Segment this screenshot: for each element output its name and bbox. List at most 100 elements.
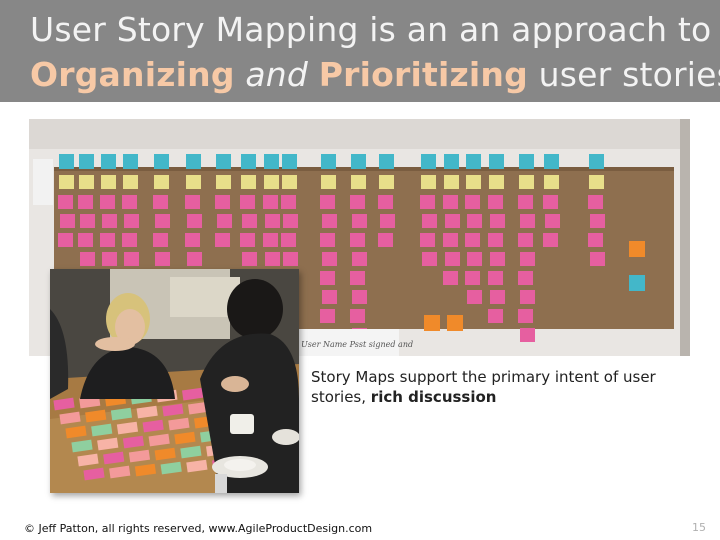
sticky-note — [543, 233, 558, 247]
sticky-note — [187, 252, 202, 266]
sticky-note — [488, 309, 503, 323]
sticky-note — [518, 271, 533, 285]
sticky-note — [217, 214, 232, 228]
sticky-note — [350, 195, 365, 209]
sticky-note — [216, 175, 231, 189]
sticky-note — [281, 195, 296, 209]
sticky-note — [322, 252, 337, 266]
title-word-prioritizing: Prioritizing — [318, 55, 528, 94]
sticky-note — [80, 252, 95, 266]
sticky-note — [216, 154, 231, 169]
title-tail: user stories — [538, 55, 720, 94]
sticky-note — [58, 195, 73, 209]
sticky-note — [590, 214, 605, 228]
sticky-note — [283, 214, 298, 228]
sticky-note — [351, 175, 366, 189]
sticky-note — [518, 195, 533, 209]
sticky-note — [443, 271, 458, 285]
sticky-note — [465, 271, 480, 285]
team-discussion-image — [50, 269, 299, 493]
sticky-note — [520, 252, 535, 266]
sticky-note — [489, 154, 504, 169]
sticky-note — [518, 309, 533, 323]
sticky-note — [518, 233, 533, 247]
wall-handwritten-note: User Name Psst signed and — [301, 340, 413, 349]
title-bar: User Story Mapping is an an approach to … — [0, 0, 720, 102]
sticky-note — [488, 271, 503, 285]
sticky-note — [123, 175, 138, 189]
sticky-note — [263, 233, 278, 247]
sticky-note — [589, 175, 604, 189]
sticky-note — [588, 233, 603, 247]
sticky-note — [379, 175, 394, 189]
sticky-note — [59, 175, 74, 189]
sticky-note — [467, 252, 482, 266]
sticky-note — [489, 175, 504, 189]
sticky-note — [240, 195, 255, 209]
sticky-note — [444, 154, 459, 169]
sticky-note — [153, 195, 168, 209]
sticky-note — [443, 195, 458, 209]
sticky-note — [443, 233, 458, 247]
sticky-note — [629, 275, 645, 291]
sticky-note — [490, 214, 505, 228]
sticky-note — [215, 233, 230, 247]
sticky-note — [101, 175, 116, 189]
sticky-note — [59, 154, 74, 169]
sticky-note — [422, 214, 437, 228]
sticky-note — [465, 233, 480, 247]
sticky-note — [80, 214, 95, 228]
sticky-note — [380, 214, 395, 228]
sticky-note — [265, 214, 280, 228]
sticky-note — [467, 290, 482, 304]
sticky-note — [78, 233, 93, 247]
sticky-note — [322, 214, 337, 228]
sticky-note — [78, 195, 93, 209]
sticky-note — [320, 271, 335, 285]
sticky-note — [100, 195, 115, 209]
sticky-note — [543, 195, 558, 209]
sticky-note — [351, 154, 366, 169]
sticky-note — [282, 175, 297, 189]
sticky-note — [352, 214, 367, 228]
sticky-note — [545, 214, 560, 228]
sticky-note — [488, 195, 503, 209]
title-word-and: and — [245, 55, 309, 94]
sticky-note — [321, 154, 336, 169]
sticky-note — [445, 252, 460, 266]
sticky-note — [378, 195, 393, 209]
photo-caption: Story Maps support the primary intent of… — [311, 367, 691, 407]
sticky-note — [490, 252, 505, 266]
sticky-note — [467, 214, 482, 228]
sticky-note — [186, 175, 201, 189]
sticky-note — [60, 214, 75, 228]
sticky-note — [444, 175, 459, 189]
sticky-note — [242, 252, 257, 266]
sticky-note — [424, 315, 440, 331]
sticky-note — [185, 233, 200, 247]
sticky-note — [215, 195, 230, 209]
sticky-note — [445, 214, 460, 228]
caption-emphasis: rich discussion — [370, 388, 497, 406]
sticky-note — [465, 195, 480, 209]
sticky-note — [242, 214, 257, 228]
sticky-note — [589, 154, 604, 169]
title-line-1: User Story Mapping is an an approach to — [30, 10, 712, 49]
sticky-note — [241, 175, 256, 189]
sticky-note — [421, 154, 436, 169]
team-discussion-photo — [50, 269, 299, 493]
page-number: 15 — [692, 521, 706, 534]
sticky-note — [320, 195, 335, 209]
sticky-note — [588, 195, 603, 209]
sticky-note — [155, 214, 170, 228]
sticky-note — [123, 154, 138, 169]
sticky-note — [466, 154, 481, 169]
sticky-note — [281, 233, 296, 247]
sticky-note — [350, 309, 365, 323]
sticky-note — [187, 214, 202, 228]
sticky-note — [265, 252, 280, 266]
sticky-note — [420, 195, 435, 209]
sticky-note — [101, 154, 116, 169]
sticky-note — [320, 309, 335, 323]
sticky-note — [154, 154, 169, 169]
